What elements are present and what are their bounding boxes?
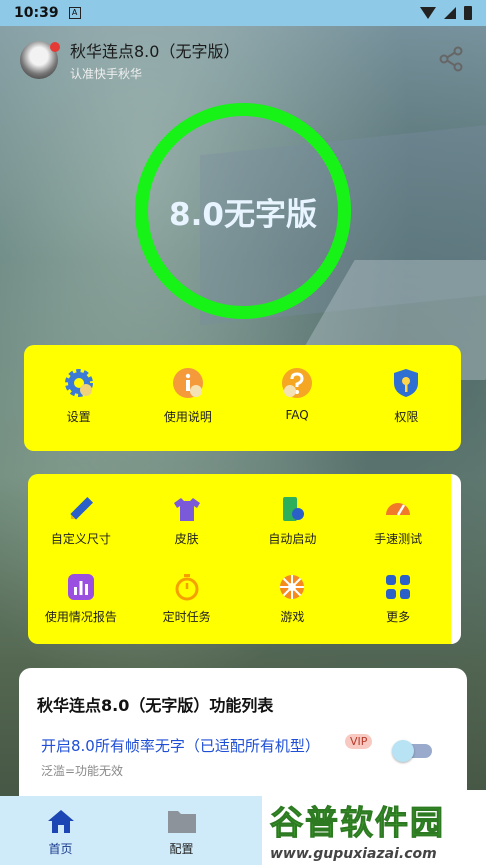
app-subtitle: 认准快手秋华 bbox=[70, 67, 143, 81]
tool-speed-test-label: 手速测试 bbox=[374, 532, 423, 546]
feature-label[interactable]: 开启8.0所有帧率无字（已适配所有机型） bbox=[41, 735, 320, 756]
tool-more-label: 更多 bbox=[386, 610, 411, 624]
app-title: 秋华连点8.0（无字版） bbox=[70, 42, 240, 61]
home-icon bbox=[47, 810, 74, 833]
info-icon bbox=[172, 367, 204, 399]
menu-permissions[interactable]: 权限 bbox=[352, 367, 461, 425]
wheel-icon bbox=[278, 573, 306, 601]
watermark-brand: 谷普软件园 bbox=[270, 803, 445, 843]
tool-game-label: 游戏 bbox=[280, 610, 305, 624]
tool-custom-size-label: 自定义尺寸 bbox=[50, 532, 111, 546]
menu-settings[interactable]: 设置 bbox=[24, 367, 133, 425]
tool-scheduled-task[interactable]: 定时任务 bbox=[134, 573, 240, 625]
ring-label: 8.0无字版 bbox=[169, 196, 317, 233]
menu-permissions-label: 权限 bbox=[394, 410, 419, 424]
wifi-icon bbox=[420, 7, 436, 19]
bar-chart-icon bbox=[67, 573, 95, 601]
watermark-url: www.gupuxiazai.com bbox=[270, 846, 437, 862]
gear-icon bbox=[63, 367, 95, 399]
tool-auto-start-label: 自动启动 bbox=[268, 532, 317, 546]
menu-faq[interactable]: FAQ bbox=[243, 367, 352, 425]
app-header: 秋华连点8.0（无字版） 认准快手秋华 bbox=[20, 38, 239, 82]
avatar[interactable] bbox=[20, 41, 60, 79]
feature-subtitle: 泛滥=功能无效 bbox=[41, 764, 124, 778]
notification-dot bbox=[50, 42, 60, 52]
nav-config[interactable]: 配置 bbox=[121, 796, 242, 865]
tool-auto-start[interactable]: 自动启动 bbox=[240, 495, 346, 547]
tool-custom-size[interactable]: 自定义尺寸 bbox=[28, 495, 134, 547]
tool-game[interactable]: 游戏 bbox=[240, 573, 346, 625]
tool-more[interactable]: 更多 bbox=[345, 573, 451, 625]
nav-home[interactable]: 首页 bbox=[0, 796, 121, 865]
toggle-knob bbox=[392, 740, 414, 762]
signal-icon bbox=[444, 7, 456, 19]
share-icon[interactable] bbox=[438, 46, 464, 72]
tool-skin[interactable]: 皮肤 bbox=[134, 495, 240, 547]
shield-key-icon bbox=[390, 367, 422, 399]
battery-icon bbox=[464, 6, 472, 20]
feature-toggle[interactable] bbox=[392, 740, 432, 762]
vip-badge: VIP bbox=[345, 734, 373, 749]
status-time: 10:39 bbox=[14, 5, 59, 21]
grid-icon bbox=[384, 573, 412, 601]
tools-grid: 自定义尺寸 皮肤 自动启动 手速测试 使用情况报告 定时任务 游戏 更多 bbox=[28, 495, 451, 625]
phone-sync-icon bbox=[278, 495, 306, 523]
tool-skin-label: 皮肤 bbox=[174, 532, 199, 546]
menu-instructions-label: 使用说明 bbox=[163, 410, 212, 424]
status-ring-button[interactable]: 8.0无字版 bbox=[135, 103, 351, 319]
shirt-icon bbox=[173, 495, 201, 523]
tool-scheduled-task-label: 定时任务 bbox=[162, 610, 211, 624]
menu-settings-label: 设置 bbox=[66, 410, 91, 424]
nav-config-label: 配置 bbox=[169, 842, 194, 856]
speedometer-icon bbox=[384, 495, 412, 523]
stopwatch-icon bbox=[173, 573, 201, 601]
menu-faq-label: FAQ bbox=[285, 408, 309, 422]
nav-home-label: 首页 bbox=[48, 842, 73, 856]
tool-usage-report[interactable]: 使用情况报告 bbox=[28, 573, 134, 625]
top-menu: 设置 使用说明 FAQ 权限 bbox=[24, 367, 461, 425]
watermark: 谷普软件园 www.gupuxiazai.com bbox=[262, 790, 486, 865]
status-bar: 10:39 A bbox=[0, 0, 486, 26]
folder-icon bbox=[167, 811, 196, 833]
ruler-pencil-icon bbox=[67, 495, 95, 523]
tool-usage-report-label: 使用情况报告 bbox=[44, 610, 117, 624]
question-icon bbox=[281, 367, 313, 399]
menu-instructions[interactable]: 使用说明 bbox=[133, 367, 242, 425]
notification-icon: A bbox=[68, 7, 81, 19]
panel-title: 秋华连点8.0（无字版）功能列表 bbox=[37, 696, 274, 715]
tool-speed-test[interactable]: 手速测试 bbox=[345, 495, 451, 547]
